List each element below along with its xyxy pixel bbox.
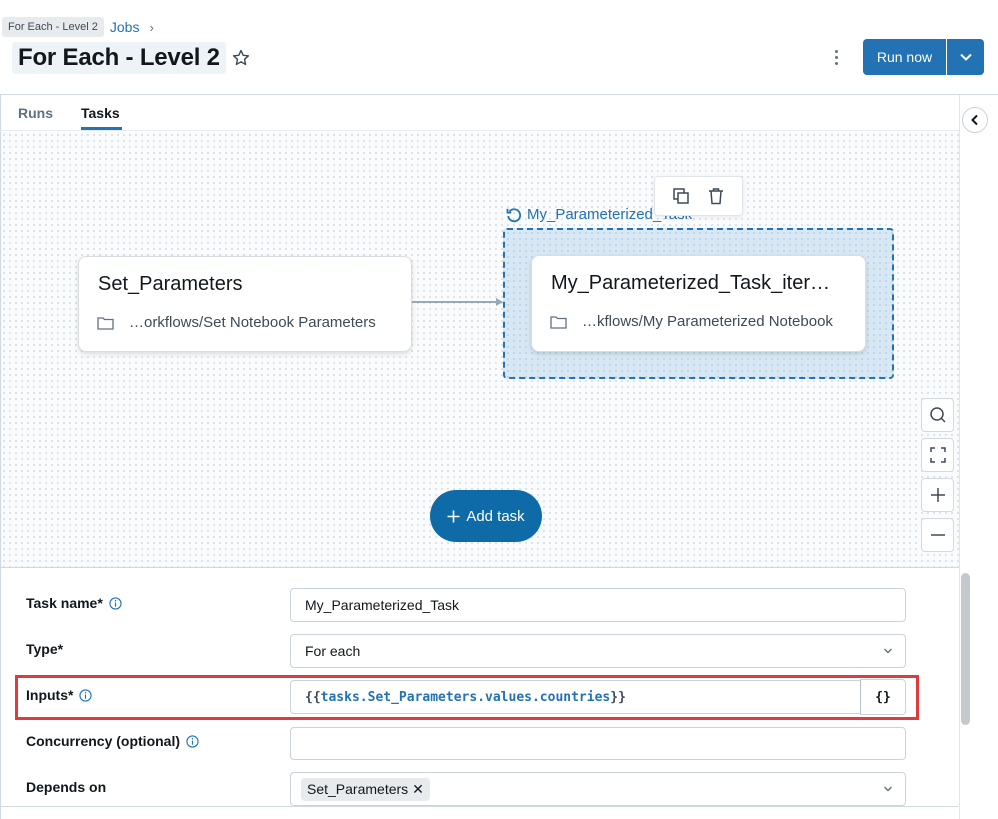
page-title-container[interactable]: For Each - Level 2 [12,42,226,74]
search-icon [929,407,946,423]
search-canvas-button[interactable] [921,398,954,432]
loop-icon [506,207,522,222]
kebab-menu-icon[interactable] [828,46,844,68]
breadcrumb: For Each - Level 2 Jobs › [2,17,154,37]
inputs-label-text: Inputs* [26,687,74,703]
add-task-button[interactable]: Add task [430,490,542,542]
zoom-in-button[interactable] [921,478,954,512]
task-name-label-text: Task name* [26,595,103,611]
remove-dependency-icon[interactable]: ✕ [412,781,424,798]
canvas-zoom-controls [921,398,954,552]
info-icon[interactable] [186,734,199,748]
tab-bar: Runs Tasks [0,95,960,131]
task-node-title: My_Parameterized_Task_iter… [551,272,830,294]
active-tab-indicator [81,127,122,130]
type-value: For each [305,643,361,659]
task-node-path-text: …orkflows/Set Notebook Parameters [129,314,376,331]
trash-icon [709,188,724,205]
add-task-label: Add task [466,507,525,525]
tab-tasks[interactable]: Tasks [81,105,120,121]
task-node-path: …orkflows/Set Notebook Parameters [97,314,376,331]
task-node-set-parameters[interactable]: Set_Parameters …orkflows/Set Notebook Pa… [78,256,412,352]
inputs-label: Inputs* [26,687,93,703]
task-name-value: My_Parameterized_Task [305,597,460,613]
type-label-text: Type* [26,641,64,657]
concurrency-label-text: Concurrency (optional) [26,733,181,749]
info-icon[interactable] [79,688,93,702]
page-header: For Each - Level 2 Jobs › For Each - Lev… [0,0,998,95]
plus-icon [447,510,460,522]
type-label: Type* [26,641,63,657]
task-name-input[interactable]: My_Parameterized_Task [290,588,906,622]
inputs-open-brace: {{ [305,689,321,705]
minus-icon [930,534,945,536]
run-now-button[interactable]: Run now [863,39,947,75]
page-title[interactable]: For Each - Level 2 [18,44,220,71]
run-now-dropdown-button[interactable] [947,39,984,75]
title-tooltip: For Each - Level 2 [2,17,104,37]
depends-on-label: Depends on [26,779,106,795]
task-node-path: …kflows/My Parameterized Notebook [550,313,833,330]
run-now-split-button: Run now [863,39,984,75]
dynamic-value-button[interactable]: {} [860,679,906,715]
collapse-panel-button[interactable] [962,107,988,133]
form-bottom-divider [0,806,958,807]
task-node-path-text: …kflows/My Parameterized Notebook [582,313,833,330]
info-icon[interactable] [109,596,122,610]
type-select[interactable]: For each [290,634,906,668]
duplicate-task-button[interactable] [670,185,692,207]
braces-icon: {} [875,689,891,705]
folder-icon [97,316,114,330]
concurrency-label: Concurrency (optional) [26,733,199,749]
fit-view-button[interactable] [921,438,954,472]
depends-on-select[interactable]: Set_Parameters ✕ [290,772,906,806]
task-name-label: Task name* [26,595,122,611]
folder-icon [550,315,567,329]
concurrency-input[interactable] [290,727,906,760]
zoom-out-button[interactable] [921,518,954,552]
chevron-down-icon [959,53,972,61]
task-node-title: Set_Parameters [98,273,243,295]
chevron-right-icon: › [149,19,154,35]
chevron-down-icon [884,648,892,654]
plus-icon [930,488,945,502]
dependency-edge [412,301,502,303]
dependency-chip: Set_Parameters ✕ [301,777,430,801]
task-node-iteration[interactable]: My_Parameterized_Task_iter… …kflows/My P… [531,255,866,352]
breadcrumb-jobs-link[interactable]: Jobs [110,19,140,35]
chevron-down-icon [884,786,892,792]
node-toolbar [654,176,743,216]
inputs-value: tasks.Set_Parameters.values.countries [320,689,611,705]
inputs-field[interactable]: {{tasks.Set_Parameters.values.countries}… [290,680,862,714]
fullscreen-icon [929,447,946,463]
delete-task-button[interactable] [705,185,727,207]
depends-on-label-text: Depends on [26,779,107,795]
chevron-left-icon [971,114,978,126]
arrow-head-icon [496,298,503,306]
dependency-chip-label: Set_Parameters [307,781,409,797]
tab-runs[interactable]: Runs [18,105,53,121]
inputs-close-brace: }} [610,689,626,705]
star-icon[interactable] [231,48,251,68]
copy-icon [673,188,689,204]
form-scrollbar-thumb[interactable] [961,573,970,725]
